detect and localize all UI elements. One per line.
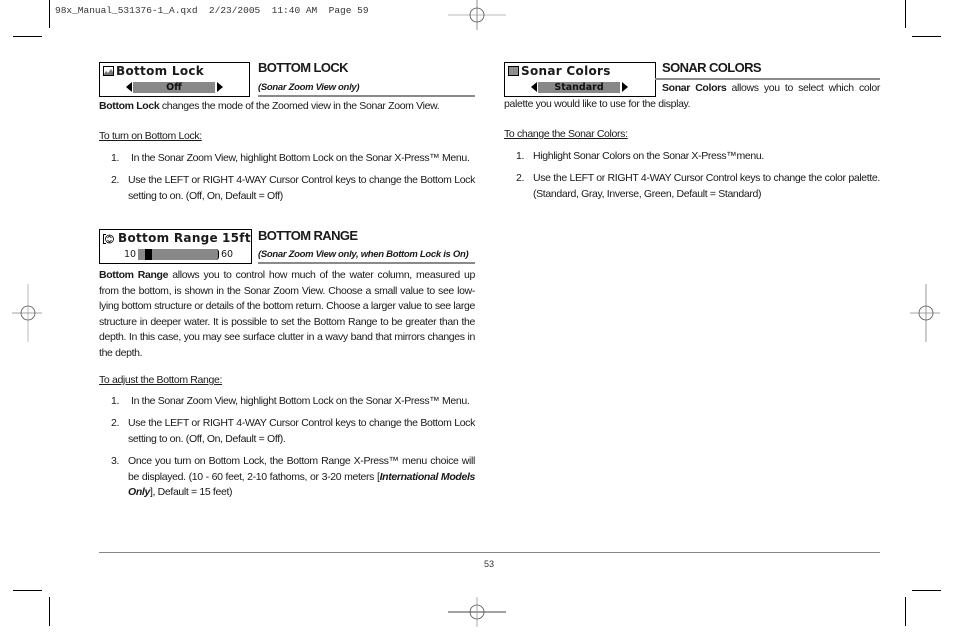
bottom-range-slider (138, 249, 219, 260)
section-subtitle-bottom-lock: (Sonar Zoom View only) (258, 82, 360, 93)
range-max-label: 60 (221, 249, 234, 260)
section-title-bottom-range: BOTTOM RANGE (258, 228, 358, 243)
section-rule (258, 95, 475, 97)
registration-mark-bottom (448, 597, 506, 627)
step-number: 2. (111, 417, 120, 429)
step-text: In the Sonar Zoom View, highlight Bottom… (131, 395, 470, 407)
bottom-range-menu-graphic: Bottom Range 15ft 10 60 (99, 229, 252, 264)
step-text: Once you turn on Bottom Lock, the Bottom… (128, 454, 475, 501)
step-text: Use the LEFT or RIGHT 4-WAY Cursor Contr… (533, 172, 880, 200)
intro-bold: Bottom Lock (99, 100, 160, 112)
bottom-range-step-2: 2. Use the LEFT or RIGHT 4-WAY Cursor Co… (111, 416, 475, 448)
intro-bold: Bottom Range (99, 269, 169, 281)
intro-text: allows you to control how much of the wa… (99, 269, 476, 359)
file-slug: 98x_Manual_531376-1_A.qxd 2/23/2005 11:4… (55, 5, 369, 16)
section-title-bottom-lock: BOTTOM LOCK (258, 60, 349, 75)
step-text: Highlight Sonar Colors on the Sonar X-Pr… (533, 150, 764, 162)
bottom-lock-step-1: 1. In the Sonar Zoom View, highlight Bot… (111, 151, 475, 167)
bottom-lock-menu-value: Off (133, 82, 215, 93)
slider-thumb (145, 249, 152, 260)
sonar-colors-intro: Sonar Colors allows you to select which … (504, 81, 880, 112)
bottom-lock-intro: Bottom Lock changes the mode of the Zoom… (99, 99, 475, 115)
bottom-range-menu-title: Bottom Range (118, 231, 218, 245)
step-text: Use the LEFT or RIGHT 4-WAY Cursor Contr… (128, 417, 475, 445)
range-min-label: 10 (124, 249, 137, 260)
sonar-colors-icon (508, 66, 519, 76)
page-number: 53 (484, 559, 495, 569)
bottom-lock-menu-graphic: Bottom Lock Off (99, 62, 250, 97)
left-arrow-icon (126, 82, 132, 92)
bottom-range-icon (103, 234, 114, 244)
crop-mark (13, 36, 42, 37)
bottom-range-step-3: 3. Once you turn on Bottom Lock, the Bot… (111, 454, 475, 502)
intro-bold: Sonar Colors (662, 82, 727, 94)
bottom-range-intro: Bottom Range allows you to control how m… (99, 268, 475, 361)
bottom-lock-icon (103, 66, 114, 76)
registration-mark-top (448, 0, 506, 30)
procedure-title-bottom-range: To adjust the Bottom Range: (99, 374, 223, 386)
section-rule (655, 78, 880, 80)
step-number: 1. (516, 150, 525, 162)
bottom-range-menu-value: 15ft (222, 231, 251, 245)
crop-mark (912, 36, 941, 37)
crop-mark (13, 590, 42, 591)
footer-rule (99, 552, 880, 553)
step-number: 3. (111, 455, 120, 467)
section-title-sonar-colors: SONAR COLORS (662, 60, 762, 75)
crop-mark (905, 597, 906, 626)
step-number: 2. (111, 174, 120, 186)
crop-mark (912, 590, 941, 591)
bottom-lock-step-2: 2. Use the LEFT or RIGHT 4-WAY Cursor Co… (111, 173, 475, 205)
step-text-post: ], Default = 15 feet) (149, 486, 233, 498)
registration-mark-left (12, 284, 42, 342)
step-text: In the Sonar Zoom View, highlight Bottom… (131, 152, 470, 164)
step-number: 1. (111, 152, 120, 164)
right-arrow-icon (217, 82, 223, 92)
sonar-colors-menu-title: Sonar Colors (521, 64, 611, 78)
bottom-lock-menu-title: Bottom Lock (116, 64, 205, 78)
crop-mark (49, 597, 50, 626)
step-text: Use the LEFT or RIGHT 4-WAY Cursor Contr… (128, 174, 475, 202)
section-rule (258, 262, 475, 264)
crop-mark (49, 0, 50, 28)
sonar-colors-step-1: 1. Highlight Sonar Colors on the Sonar X… (516, 149, 880, 165)
bottom-range-step-1: 1. In the Sonar Zoom View, highlight Bot… (111, 394, 475, 410)
step-number: 2. (516, 172, 525, 184)
section-subtitle-bottom-range: (Sonar Zoom View only, when Bottom Lock … (258, 249, 469, 260)
registration-mark-right (910, 284, 940, 342)
procedure-title-sonar-colors: To change the Sonar Colors: (504, 128, 628, 140)
procedure-title-bottom-lock: To turn on Bottom Lock: (99, 130, 202, 142)
crop-mark (905, 0, 906, 28)
sonar-colors-step-2: 2. Use the LEFT or RIGHT 4-WAY Cursor Co… (516, 171, 880, 203)
intro-text: changes the mode of the Zoomed view in t… (159, 100, 440, 112)
step-number: 1. (111, 395, 120, 407)
